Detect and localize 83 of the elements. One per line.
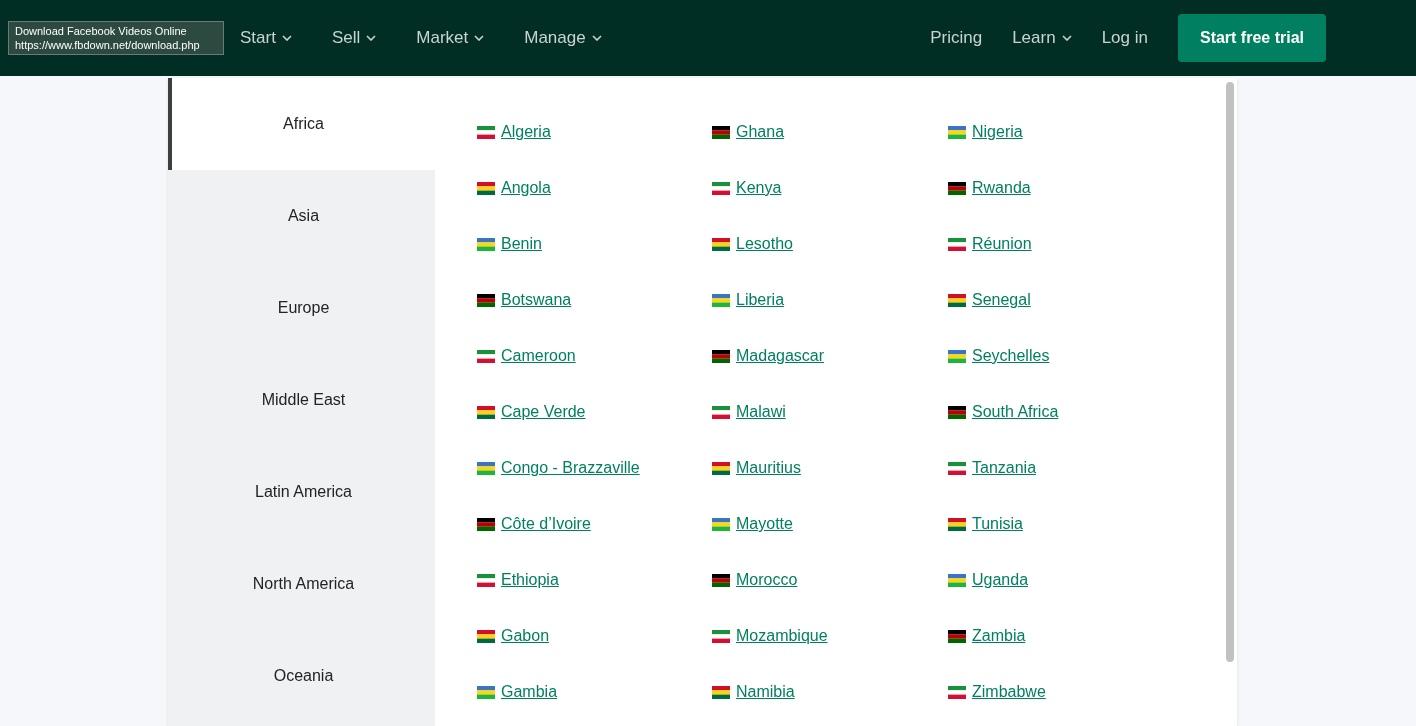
flag-icon (948, 293, 966, 307)
flag-icon (477, 461, 495, 475)
country-link[interactable]: Kenya (736, 176, 782, 200)
flag-icon (712, 405, 730, 419)
scrollbar-thumb[interactable] (1226, 82, 1234, 662)
flag-icon (948, 685, 966, 699)
country-link[interactable]: Botswana (501, 288, 572, 312)
flag-icon (477, 349, 495, 363)
country-link[interactable]: Morocco (736, 568, 798, 592)
country-link[interactable]: Tanzania (972, 456, 1037, 480)
country-link[interactable]: Mayotte (736, 512, 793, 536)
country-link[interactable]: Tunisia (972, 512, 1023, 536)
flag-icon (477, 517, 495, 531)
country-link[interactable]: Cape Verde (501, 400, 586, 424)
flag-icon (712, 685, 730, 699)
region-tab[interactable]: Africa (168, 78, 435, 170)
flag-icon (477, 237, 495, 251)
flag-icon (948, 629, 966, 643)
country-link[interactable]: Réunion (972, 232, 1032, 256)
country-link[interactable]: South Africa (972, 400, 1059, 424)
country-link[interactable]: Namibia (736, 680, 795, 704)
country-link[interactable]: Gabon (501, 624, 550, 648)
flag-icon (948, 517, 966, 531)
country-link[interactable]: Mozambique (736, 624, 828, 648)
flag-icon (712, 517, 730, 531)
flag-icon (477, 629, 495, 643)
flag-icon (948, 405, 966, 419)
chevron-down-icon (281, 35, 292, 41)
country-link[interactable]: Liberia (736, 288, 785, 312)
country-link[interactable]: Gambia (501, 680, 558, 704)
flag-icon (712, 349, 730, 363)
flag-icon (712, 125, 730, 139)
nav-link[interactable]: Start (240, 25, 292, 51)
country-link[interactable]: Nigeria (972, 120, 1023, 144)
chevron-down-icon (1061, 35, 1072, 41)
tooltip-url: https://www.fbdown.net/download.php (15, 38, 201, 52)
flag-icon (477, 293, 495, 307)
flag-icon (712, 629, 730, 643)
flag-icon (948, 349, 966, 363)
chevron-down-icon (366, 35, 377, 41)
flag-icon (477, 685, 495, 699)
country-link[interactable]: Lesotho (736, 232, 793, 256)
flag-icon (948, 573, 966, 587)
nav-link[interactable]: Manage (524, 25, 602, 51)
flag-icon (712, 237, 730, 251)
flag-icon (948, 461, 966, 475)
country-link[interactable]: Zimbabwe (972, 680, 1046, 704)
country-link[interactable]: Ethiopia (501, 568, 559, 592)
start-free-trial-button[interactable]: Start free trial (1177, 14, 1326, 62)
country-link[interactable]: Mauritius (736, 456, 801, 480)
flag-icon (948, 181, 966, 195)
flag-icon (948, 125, 966, 139)
chevron-down-icon (591, 35, 602, 41)
country-link[interactable]: Angola (501, 176, 551, 200)
country-link[interactable]: Congo - Brazzaville (501, 456, 640, 480)
country-link[interactable]: Malawi (736, 400, 786, 424)
country-link[interactable]: Rwanda (972, 176, 1031, 200)
country-link[interactable]: Senegal (972, 288, 1031, 312)
flag-icon (712, 573, 730, 587)
flag-icon (712, 461, 730, 475)
country-link[interactable]: Côte d’Ivoire (501, 512, 591, 536)
country-link[interactable]: Uganda (972, 568, 1029, 592)
flag-icon (712, 181, 730, 195)
tooltip-title: Download Facebook Videos Online (15, 24, 188, 38)
country-link[interactable]: Zambia (972, 624, 1026, 648)
flag-icon (477, 573, 495, 587)
nav-link[interactable]: Market (416, 25, 485, 51)
nav-link[interactable]: Sell (331, 25, 377, 51)
nav-link[interactable]: Log in (1101, 25, 1148, 51)
country-link[interactable]: Algeria (501, 120, 551, 144)
country-link[interactable]: Seychelles (972, 344, 1050, 368)
flag-icon (477, 405, 495, 419)
chevron-down-icon (474, 35, 485, 41)
flag-icon (948, 237, 966, 251)
nav-link[interactable]: Learn (1012, 25, 1072, 51)
country-link[interactable]: Benin (501, 232, 542, 256)
country-link[interactable]: Madagascar (736, 344, 825, 368)
nav-link[interactable]: Pricing (930, 25, 983, 51)
country-link[interactable]: Ghana (736, 120, 785, 144)
country-link[interactable]: Cameroon (501, 344, 576, 368)
flag-icon (477, 181, 495, 195)
flag-icon (712, 293, 730, 307)
flag-icon (477, 125, 495, 139)
